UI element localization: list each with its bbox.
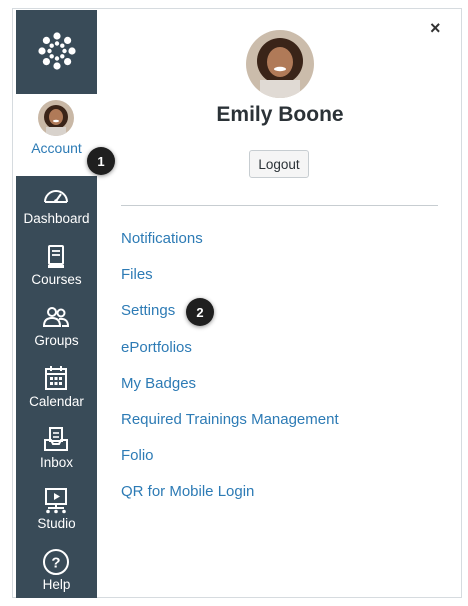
canvas-logo-icon <box>37 32 76 70</box>
dashboard-icon <box>44 190 68 203</box>
global-nav-sidebar: Account Dashboard Courses Groups Calenda… <box>16 10 97 598</box>
callout-badge-2: 2 <box>186 298 214 326</box>
link-settings[interactable]: Settings <box>121 302 175 319</box>
svg-text:?: ? <box>51 555 60 572</box>
link-qr-for-mobile-login[interactable]: QR for Mobile Login <box>121 483 254 500</box>
sidebar-item-label: Inbox <box>39 455 74 470</box>
sidebar-item-calendar[interactable]: Calendar <box>16 361 97 423</box>
sidebar-item-label: Courses <box>31 272 82 287</box>
sidebar-item-account[interactable]: Account <box>16 94 97 176</box>
link-my-badges[interactable]: My Badges <box>121 375 196 392</box>
avatar <box>246 30 314 98</box>
courses-icon <box>48 245 64 268</box>
sidebar-item-studio[interactable]: Studio <box>16 483 97 545</box>
help-icon: ? <box>43 549 69 575</box>
logout-button[interactable]: Logout <box>249 150 309 178</box>
sidebar-item-help[interactable]: ? Help <box>16 544 97 606</box>
link-folio[interactable]: Folio <box>121 447 154 464</box>
sidebar-item-dashboard[interactable]: Dashboard <box>16 178 97 240</box>
sidebar-item-courses[interactable]: Courses <box>16 239 97 301</box>
link-eportfolios[interactable]: ePortfolios <box>121 339 192 356</box>
sidebar-item-inbox[interactable]: Inbox <box>16 422 97 484</box>
divider <box>121 205 438 206</box>
groups-icon <box>42 307 70 327</box>
sidebar-item-label: Calendar <box>29 394 84 409</box>
close-icon[interactable]: × <box>430 18 441 39</box>
sidebar-item-label: Dashboard <box>23 211 90 226</box>
studio-icon <box>45 488 67 514</box>
sidebar-item-label: Studio <box>37 516 76 531</box>
sidebar-item-label: Groups <box>34 333 79 348</box>
canvas-logo[interactable] <box>16 10 97 92</box>
calendar-icon <box>45 366 67 390</box>
callout-badge-1: 1 <box>87 147 115 175</box>
link-files[interactable]: Files <box>121 266 153 283</box>
link-notifications[interactable]: Notifications <box>121 230 203 247</box>
sidebar-item-groups[interactable]: Groups <box>16 300 97 362</box>
link-required-trainings-management[interactable]: Required Trainings Management <box>121 411 339 428</box>
sidebar-item-label: Account <box>31 140 82 156</box>
user-name: Emily Boone <box>216 103 344 126</box>
sidebar-item-label: Help <box>42 577 71 592</box>
inbox-icon <box>44 427 68 451</box>
avatar <box>38 100 74 136</box>
